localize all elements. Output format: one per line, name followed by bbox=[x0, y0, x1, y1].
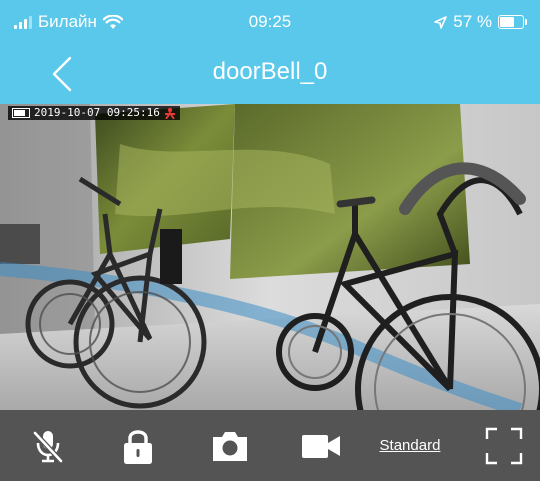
control-toolbar: Standard bbox=[0, 410, 540, 481]
fullscreen-button[interactable] bbox=[482, 410, 526, 481]
fullscreen-icon bbox=[485, 427, 523, 464]
video-camera-icon bbox=[302, 434, 340, 458]
mute-mic-button[interactable] bbox=[26, 410, 70, 481]
location-arrow-icon bbox=[434, 15, 448, 29]
camera-image bbox=[0, 104, 540, 410]
battery-percent: 57 % bbox=[453, 12, 492, 31]
quality-selector[interactable]: Standard bbox=[370, 410, 450, 481]
snapshot-button[interactable] bbox=[208, 410, 252, 481]
camera-icon bbox=[213, 431, 247, 461]
timestamp-text: 2019-10-07 09:25:16 bbox=[34, 106, 160, 119]
lock-button[interactable] bbox=[116, 410, 160, 481]
video-feed[interactable]: 2019-10-07 09:25:16 bbox=[0, 104, 540, 410]
app-header: Билайн 09:25 57 % doorBell_0 bbox=[0, 0, 540, 104]
battery-group: 57 % bbox=[434, 12, 527, 32]
lock-icon bbox=[124, 429, 152, 464]
record-video-button[interactable] bbox=[299, 410, 343, 481]
mic-off-icon bbox=[33, 430, 63, 463]
camera-battery-icon bbox=[12, 108, 30, 118]
status-bar: Билайн 09:25 57 % bbox=[0, 0, 540, 44]
quality-label: Standard bbox=[379, 437, 441, 454]
battery-icon bbox=[498, 15, 527, 29]
page-title: doorBell_0 bbox=[212, 58, 328, 85]
nav-bar: doorBell_0 bbox=[0, 44, 540, 104]
recording-indicator-icon bbox=[164, 107, 175, 119]
video-timestamp: 2019-10-07 09:25:16 bbox=[8, 106, 180, 120]
